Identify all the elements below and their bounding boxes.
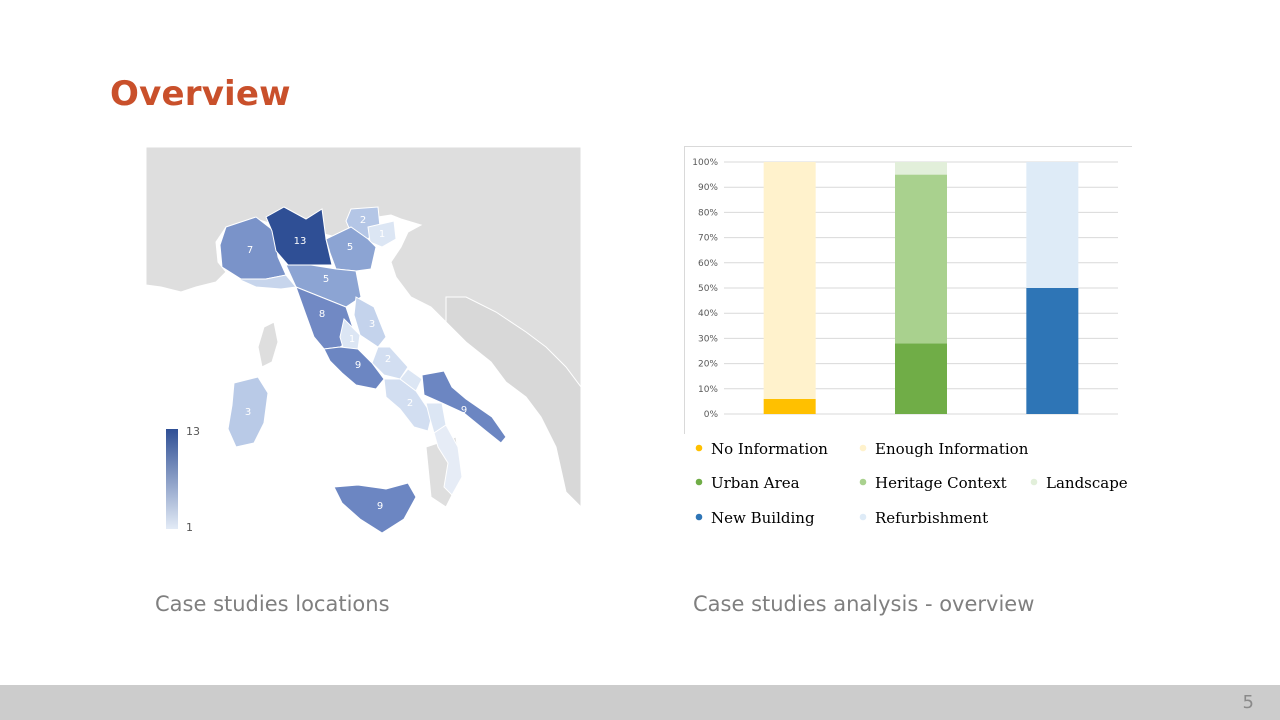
bar-segment	[763, 398, 816, 414]
region-label: 13	[294, 236, 307, 247]
y-tick-label: 100%	[692, 158, 718, 168]
legend-max-label: 13	[186, 425, 200, 438]
legend-marker	[859, 478, 867, 486]
y-tick-label: 80%	[698, 208, 718, 218]
region-label: 2	[360, 215, 366, 226]
y-tick-label: 60%	[698, 259, 718, 269]
y-tick-label: 50%	[698, 284, 718, 294]
slide-title: Overview	[110, 74, 291, 114]
legend-label: Landscape	[1046, 474, 1128, 492]
chart-caption: Case studies analysis - overview	[693, 592, 1035, 616]
legend-marker	[1030, 478, 1038, 486]
region-label: 2	[407, 398, 413, 409]
y-tick-label: 40%	[698, 309, 718, 319]
legend-label: No Information	[711, 440, 828, 458]
region-label: 9	[377, 501, 383, 512]
bar-segment	[895, 162, 947, 175]
legend-label: Enough Information	[875, 440, 1029, 458]
legend-marker	[695, 444, 703, 452]
map-color-scale	[166, 429, 178, 529]
legend-marker	[695, 478, 703, 486]
map-caption: Case studies locations	[155, 592, 390, 616]
italy-map-panel: 2 1 7 13 5 5 8 3 1 2 9 2 9 3 9 13 1	[145, 146, 582, 540]
legend-label: Refurbishment	[875, 509, 988, 527]
bar-segment	[895, 174, 947, 344]
region-label: 9	[355, 360, 361, 371]
footer-bar	[0, 685, 1280, 720]
legend-min-label: 1	[186, 521, 193, 534]
region-label: 3	[369, 319, 375, 330]
legend-marker	[859, 444, 867, 452]
region-label: 5	[347, 242, 353, 253]
italy-map: 2 1 7 13 5 5 8 3 1 2 9 2 9 3 9 13 1	[145, 146, 582, 540]
bar-segment	[895, 343, 947, 414]
y-tick-label: 0%	[704, 410, 719, 420]
region-label: 8	[319, 309, 325, 320]
legend-label: Urban Area	[711, 474, 800, 492]
region-label: 7	[247, 245, 253, 256]
y-tick-label: 90%	[698, 183, 718, 193]
y-tick-label: 10%	[698, 385, 718, 395]
bar-segment	[1026, 162, 1079, 288]
legend-marker	[695, 513, 703, 521]
y-tick-label: 70%	[698, 234, 718, 244]
stacked-bar-chart-panel: 0% 10% 20% 30% 40% 50% 60% 70% 80% 90% 100% No Inf…	[684, 146, 1132, 536]
stacked-bar-chart: 0% 10% 20% 30% 40% 50% 60% 70% 80% 90% 100% No Inf…	[684, 146, 1132, 527]
y-tick-label: 30%	[698, 334, 718, 344]
region-label: 5	[323, 274, 329, 285]
region-label: 1	[379, 229, 385, 240]
y-tick-label: 20%	[698, 360, 718, 370]
bar-segment	[1026, 288, 1079, 414]
region-label: 9	[461, 405, 467, 416]
region-label: 1	[349, 334, 355, 345]
legend-marker	[859, 513, 867, 521]
legend-label: New Building	[711, 509, 815, 527]
legend-label: Heritage Context	[875, 474, 1007, 492]
region-label: 2	[385, 354, 391, 365]
region-label: 3	[245, 407, 251, 418]
page-number: 5	[1242, 692, 1254, 713]
bar-segment	[763, 162, 816, 399]
